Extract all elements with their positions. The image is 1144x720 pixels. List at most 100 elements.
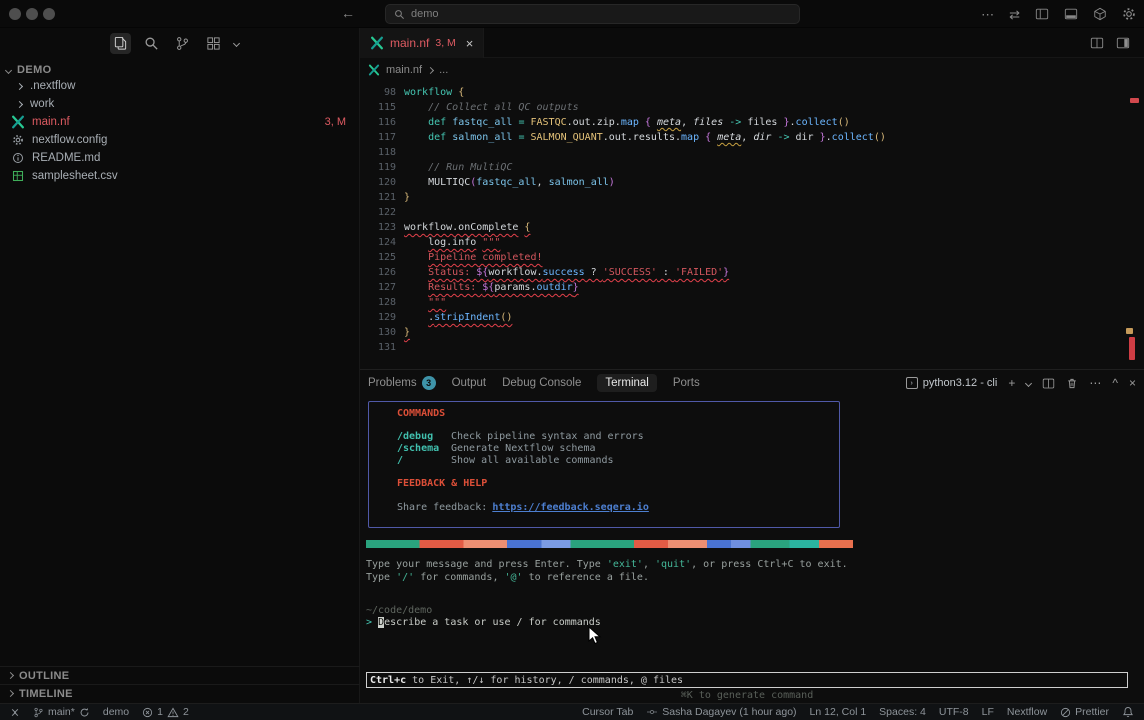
code-line[interactable]: 127 Results: ${params.outdir}	[360, 280, 1144, 295]
split-editor-icon[interactable]	[1090, 36, 1104, 50]
tab-main-nf[interactable]: main.nf 3, M ×	[360, 28, 484, 58]
maximize-panel-icon[interactable]: ^	[1112, 376, 1118, 390]
tree-item-readme-md[interactable]: README.md	[0, 149, 360, 167]
code-line[interactable]: 123workflow.onComplete {	[360, 220, 1144, 235]
explorer-section-header[interactable]: DEMO	[6, 64, 52, 76]
code-line[interactable]: 125 Pipeline completed!	[360, 250, 1144, 265]
terminal-dropdown-icon[interactable]	[1025, 379, 1032, 386]
code-line[interactable]: 130}	[360, 325, 1144, 340]
breadcrumb-file[interactable]: main.nf	[386, 64, 422, 76]
indentation-indicator[interactable]: Spaces: 4	[879, 706, 926, 718]
encoding: UTF-8	[939, 706, 969, 718]
code-line[interactable]: 116 def fastqc_all = FASTQC.out.zip.map …	[360, 115, 1144, 130]
code-line[interactable]: 119 // Run MultiQC	[360, 160, 1144, 175]
command-name: /	[397, 455, 451, 467]
tab-debug-console[interactable]: Debug Console	[502, 377, 581, 389]
close-panel-icon[interactable]: ×	[1129, 376, 1136, 390]
code-line[interactable]: 115 // Collect all QC outputs	[360, 100, 1144, 115]
code-line[interactable]: 117 def salmon_all = SALMON_QUANT.out.re…	[360, 130, 1144, 145]
eol-indicator[interactable]: LF	[982, 706, 994, 718]
code-line[interactable]: 126 Status: ${workflow.success ? 'SUCCES…	[360, 265, 1144, 280]
tab-git-badge: 3, M	[435, 37, 455, 49]
close-tab-icon[interactable]: ×	[466, 36, 474, 51]
cursor-tab-indicator[interactable]: Cursor Tab	[582, 706, 633, 718]
terminal-prompt[interactable]: > Describe a task or use / for commands	[366, 617, 601, 628]
code-text: Status: ${workflow.success ? 'SUCCESS' :…	[404, 265, 729, 280]
git-branch-indicator[interactable]: main*	[33, 706, 90, 718]
minimize-window-button[interactable]	[26, 8, 38, 20]
code-text: def fastqc_all = FASTQC.out.zip.map { me…	[404, 115, 850, 130]
trash-icon[interactable]	[1066, 377, 1078, 390]
code-line[interactable]: 129 .stripIndent()	[360, 310, 1144, 325]
workspace-indicator[interactable]: demo	[103, 706, 129, 718]
problems-indicator[interactable]: 1 2	[142, 706, 189, 718]
split-terminal-icon[interactable]	[1042, 377, 1055, 390]
tab-terminal[interactable]: Terminal	[597, 374, 656, 392]
close-window-button[interactable]	[9, 8, 21, 20]
command-center-search[interactable]: demo	[385, 4, 800, 24]
extensions-tab-button[interactable]	[203, 33, 224, 54]
feedback-link[interactable]: https://feedback.seqera.io	[492, 502, 649, 513]
code-line[interactable]: 128 """	[360, 295, 1144, 310]
extensions-icon	[206, 36, 221, 51]
prettier-disabled-icon	[1060, 707, 1071, 718]
language-mode-indicator[interactable]: Nextflow	[1007, 706, 1047, 718]
git-branch-icon	[175, 36, 190, 51]
bottom-panel: Problems 3 Output Debug Console Terminal…	[360, 369, 1144, 703]
notifications-bell-icon[interactable]	[1122, 706, 1134, 718]
terminal-shortcuts-bar: Ctrl+c to Exit, ↑/↓ for history, / comma…	[366, 672, 1128, 688]
code-line[interactable]: 98workflow {	[360, 85, 1144, 100]
tree-item-nextflow-folder[interactable]: .nextflow	[0, 77, 360, 95]
tree-item-main-nf[interactable]: main.nf 3, M	[0, 113, 360, 131]
code-line[interactable]: 124 log.info """	[360, 235, 1144, 250]
breadcrumb-symbol[interactable]: ...	[439, 64, 448, 76]
tree-item-samplesheet-csv[interactable]: samplesheet.csv	[0, 167, 360, 185]
cursor-position-indicator[interactable]: Ln 12, Col 1	[810, 706, 867, 718]
terminal-hint-lines: Type your message and press Enter. Type …	[366, 558, 848, 584]
timeline-section-header[interactable]: TIMELINE	[0, 684, 360, 702]
command-desc: Generate Nextflow schema	[451, 443, 596, 455]
outline-section-header[interactable]: OUTLINE	[0, 666, 360, 684]
more-actions-icon[interactable]: ⋯	[981, 8, 994, 21]
code-line[interactable]: 122	[360, 205, 1144, 220]
file-label: nextflow.config	[32, 134, 107, 146]
tab-ports[interactable]: Ports	[673, 377, 700, 389]
code-line[interactable]: 120 MULTIQC(fastqc_all, salmon_all)	[360, 175, 1144, 190]
code-text: .stripIndent()	[404, 310, 512, 325]
terminal-instance[interactable]: › python3.12 - cli	[906, 377, 998, 389]
formatter-indicator[interactable]: Prettier	[1060, 706, 1109, 718]
encoding-indicator[interactable]: UTF-8	[939, 706, 969, 718]
indentation: Spaces: 4	[879, 706, 926, 718]
code-line[interactable]: 131	[360, 340, 1144, 355]
explorer-tab-button[interactable]	[110, 33, 131, 54]
tab-output[interactable]: Output	[452, 377, 487, 389]
toggle-panel-icon[interactable]	[1064, 7, 1078, 21]
cube-icon[interactable]	[1093, 7, 1107, 21]
tree-item-work-folder[interactable]: work	[0, 95, 360, 113]
back-icon[interactable]: ←	[341, 5, 355, 21]
source-control-tab-button[interactable]	[172, 33, 193, 54]
git-blame-indicator[interactable]: Sasha Dagayev (1 hour ago)	[646, 706, 796, 718]
terminal-content[interactable]: COMMANDS /debug Check pipeline syntax an…	[360, 396, 1144, 704]
new-terminal-icon[interactable]: +	[1008, 376, 1015, 390]
titlebar: ← demo ⋯ ⇄	[0, 0, 1144, 28]
toggle-sidebar-icon[interactable]	[1035, 7, 1049, 21]
code-line[interactable]: 121}	[360, 190, 1144, 205]
zoom-window-button[interactable]	[43, 8, 55, 20]
error-count: 1	[157, 706, 163, 718]
settings-gear-icon[interactable]	[1122, 7, 1136, 21]
search-tab-button[interactable]	[141, 33, 162, 54]
breadcrumb[interactable]: main.nf ...	[360, 58, 1144, 82]
code-line[interactable]: 118	[360, 145, 1144, 160]
chevron-down-icon[interactable]	[233, 39, 240, 46]
sync-arrows-icon[interactable]: ⇄	[1009, 8, 1020, 21]
cursor-position: Ln 12, Col 1	[810, 706, 867, 718]
file-label: README.md	[32, 152, 100, 164]
tab-problems[interactable]: Problems 3	[368, 376, 436, 390]
tree-item-nextflow-config[interactable]: nextflow.config	[0, 131, 360, 149]
panel-more-icon[interactable]: ⋯	[1089, 376, 1101, 390]
gear-file-icon	[12, 134, 24, 146]
line-number: 129	[360, 310, 396, 325]
editor-layout-icon[interactable]	[1116, 36, 1130, 50]
remote-indicator[interactable]	[10, 710, 20, 715]
